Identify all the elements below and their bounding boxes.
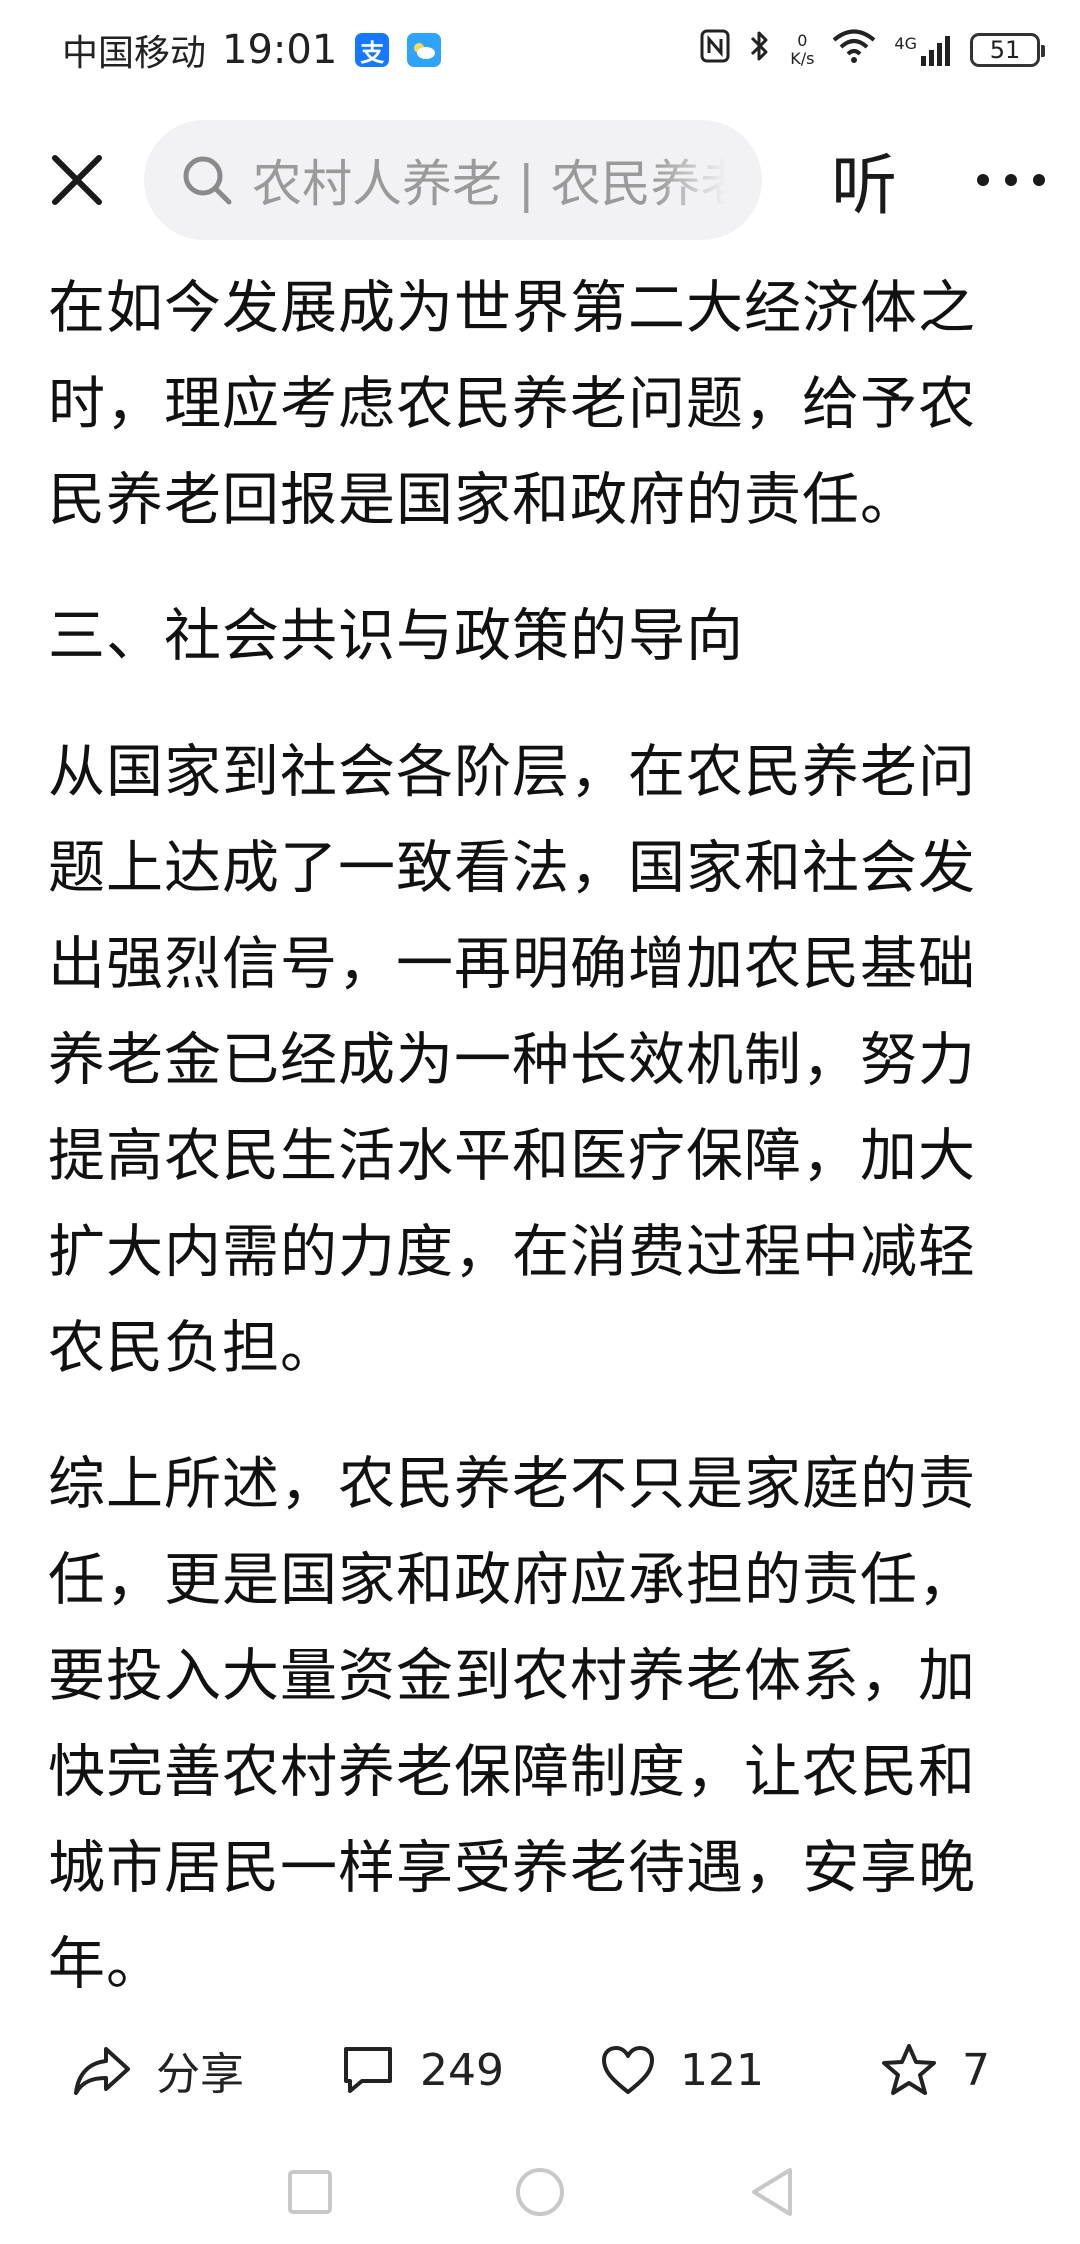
star-icon (882, 2044, 936, 2095)
battery-level: 51 (989, 36, 1021, 64)
search-icon (180, 153, 234, 207)
close-icon (52, 155, 103, 205)
system-navigation-bar (0, 2140, 1080, 2244)
cellular-signal-icon: 4G (894, 34, 952, 66)
recent-apps-button[interactable] (286, 2168, 334, 2216)
favorite-button[interactable]: 7 (880, 2042, 990, 2098)
network-speed-value: 0 (797, 31, 808, 50)
article-paragraph: 在如今发展成为世界第二大经济体之时，理应考虑农民养老问题，给予农民养老回报是国家… (48, 275, 976, 533)
status-right: 0 K/s 4G 51 (700, 28, 1045, 72)
network-speed: 0 K/s (790, 32, 814, 68)
top-bar: 农村人养老 | 农民养老 听 (0, 110, 1080, 250)
comment-icon (344, 2047, 392, 2093)
action-bar: 分享 249 121 7 (0, 2020, 1080, 2120)
network-speed-unit: K/s (790, 49, 815, 68)
battery-indicator: 51 (970, 33, 1045, 67)
status-left: 中国移动 19:01 支 (62, 24, 442, 76)
share-button[interactable]: 分享 (72, 2038, 244, 2102)
wifi-icon (832, 29, 876, 71)
clock: 19:01 (222, 27, 338, 73)
more-options-button[interactable] (972, 140, 1050, 220)
weather-icon (407, 33, 442, 67)
carrier-name: 中国移动 (62, 33, 207, 74)
comment-count: 249 (420, 2044, 504, 2096)
close-button[interactable] (38, 140, 116, 220)
article-paragraph: 从国家到社会各阶层，在农民养老问题上达成了一致看法，国家和社会发出强烈信号，一再… (48, 739, 976, 1381)
favorite-count: 7 (962, 2044, 990, 2096)
share-label: 分享 (156, 2049, 244, 2100)
like-button[interactable]: 121 (600, 2044, 764, 2096)
article-body: 在如今发展成为世界第二大经济体之时，理应考虑农民养老问题，给予农民养老回报是国家… (48, 260, 1032, 2052)
comment-button[interactable]: 249 (340, 2043, 504, 2097)
heart-icon (602, 2046, 654, 2094)
nfc-icon (700, 29, 730, 71)
status-bar: 中国移动 19:01 支 0 K/s 4G 51 (0, 0, 1080, 100)
share-icon (74, 2047, 130, 2095)
article-section-heading: 三、社会共识与政策的导向 (48, 603, 744, 669)
square-icon (288, 2170, 332, 2214)
home-button[interactable] (514, 2166, 566, 2218)
like-count: 121 (680, 2044, 764, 2096)
back-triangle-icon (752, 2168, 792, 2216)
listen-button[interactable]: 听 (820, 132, 908, 228)
bluetooth-icon (748, 28, 772, 72)
search-box[interactable]: 农村人养老 | 农民养老 (144, 120, 763, 240)
alipay-icon: 支 (355, 33, 390, 67)
more-icon (977, 174, 1045, 186)
back-button[interactable] (748, 2166, 796, 2218)
circle-icon (516, 2168, 564, 2216)
article-paragraph: 综上所述，农民养老不只是家庭的责任，更是国家和政府应承担的责任，要投入大量资金到… (48, 1451, 976, 1997)
network-type: 4G (894, 34, 917, 53)
search-query-text: 农村人养老 | 农民养老 (252, 155, 727, 213)
